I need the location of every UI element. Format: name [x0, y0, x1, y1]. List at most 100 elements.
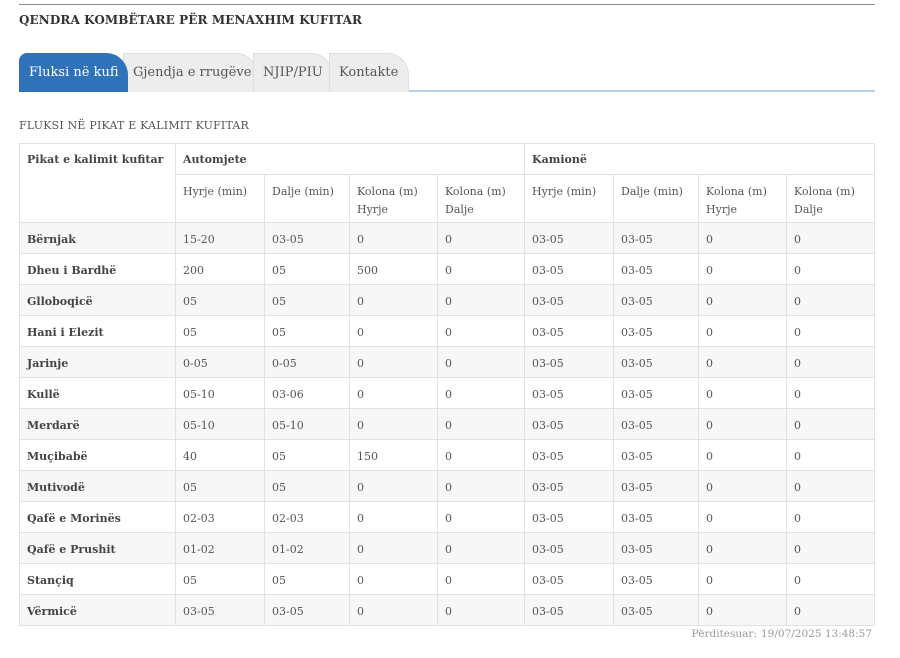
table-cell: 03-05 — [613, 563, 700, 595]
tab-njip-piu[interactable]: NJIP/PIU — [253, 53, 333, 92]
table-cell: 0 — [436, 470, 526, 502]
table-cell: 0 — [349, 594, 438, 626]
table-cell: 0 — [786, 284, 876, 316]
table-cell: 01-02 — [264, 532, 350, 564]
table-cell: 0 — [698, 563, 788, 595]
table-cell: 05 — [175, 563, 265, 595]
table-cell: 0 — [436, 377, 526, 409]
table-cell: 0 — [436, 284, 526, 316]
table-cell: 05 — [264, 253, 350, 285]
table-cell: 0 — [349, 222, 438, 254]
table-cell: 0 — [436, 408, 526, 440]
table-cell: 05-10 — [264, 408, 350, 440]
table-cell: 03-05 — [524, 439, 615, 471]
tab-kontakte[interactable]: Kontakte — [329, 53, 409, 92]
table-cell: 03-05 — [613, 594, 700, 626]
crossing-point-name: Merdarë — [19, 408, 176, 440]
table-cell: 01-02 — [175, 532, 265, 564]
table-cell: 03-05 — [613, 253, 700, 285]
table-cell: 500 — [349, 253, 438, 285]
table-cell: 05 — [264, 439, 350, 471]
table-cell: 05 — [264, 315, 350, 347]
subheader-kamion-dalje: Dalje (min) — [613, 174, 700, 223]
crossing-point-name: Glloboqicë — [19, 284, 176, 316]
subheader-auto-kolona-dalje: Kolona (m) Dalje — [436, 174, 526, 223]
table-row: Muçibabë 40 05 150 0 03-05 03-05 0 0 — [19, 439, 876, 471]
table-cell: 03-05 — [524, 253, 615, 285]
table-body: Bërnjak 15-20 03-05 0 0 03-05 03-05 0 0 Dheu i Ba… — [19, 222, 876, 626]
table-cell: 05 — [264, 563, 350, 595]
table-cell: 03-05 — [524, 284, 615, 316]
table-cell: 0-05 — [264, 346, 350, 378]
table-cell: 0 — [349, 532, 438, 564]
tab-fluksi[interactable]: Fluksi në kufi — [19, 53, 128, 92]
site-title: QENDRA KOMBËTARE PËR MENAXHIM KUFITAR — [19, 13, 363, 27]
table-cell: 0 — [698, 439, 788, 471]
table-cell: 0 — [349, 315, 438, 347]
table-cell: 0 — [786, 594, 876, 626]
last-updated-label: Përditesuar: — [691, 628, 757, 640]
table-cell: 03-05 — [175, 594, 265, 626]
table-cell: 03-05 — [524, 346, 615, 378]
table-cell: 0 — [436, 346, 526, 378]
table-cell: 03-05 — [524, 222, 615, 254]
table-cell: 02-03 — [175, 501, 265, 533]
table-cell: 0 — [786, 501, 876, 533]
table-cell: 03-05 — [613, 408, 700, 440]
table-cell: 03-05 — [613, 470, 700, 502]
table-cell: 200 — [175, 253, 265, 285]
table-cell: 0 — [349, 408, 438, 440]
table-cell: 05 — [175, 284, 265, 316]
border-flux-table: Pikat e kalimit kufitar Automjete Kamion… — [19, 143, 876, 626]
table-cell: 0 — [786, 470, 876, 502]
tab-gjendja[interactable]: Gjendja e rrugëve — [123, 53, 258, 92]
table-cell: 0 — [786, 222, 876, 254]
crossing-point-name: Bërnjak — [19, 222, 176, 254]
table-row: Qafë e Morinës 02-03 02-03 0 0 03-05 03-05 0 0 — [19, 501, 876, 533]
table-row: Jarinje 0-05 0-05 0 0 03-05 03-05 0 0 — [19, 346, 876, 378]
table-cell: 05-10 — [175, 377, 265, 409]
table-cell: 0 — [786, 346, 876, 378]
table-cell: 03-05 — [524, 315, 615, 347]
table-cell: 0 — [349, 377, 438, 409]
crossing-point-name: Hani i Elezit — [19, 315, 176, 347]
table-row: Bërnjak 15-20 03-05 0 0 03-05 03-05 0 0 — [19, 222, 876, 254]
crossing-point-header: Pikat e kalimit kufitar — [19, 143, 176, 223]
table-cell: 0 — [698, 377, 788, 409]
table-cell: 0-05 — [175, 346, 265, 378]
last-updated: Përditesuar: 19/07/2025 13:48:57 — [692, 628, 872, 640]
table-cell: 0 — [436, 501, 526, 533]
table-cell: 03-05 — [613, 501, 700, 533]
crossing-point-name: Dheu i Bardhë — [19, 253, 176, 285]
table-cell: 0 — [349, 501, 438, 533]
table-row: Kullë 05-10 03-06 0 0 03-05 03-05 0 0 — [19, 377, 876, 409]
table-cell: 03-05 — [613, 222, 700, 254]
table-cell: 0 — [436, 532, 526, 564]
table-cell: 0 — [436, 253, 526, 285]
crossing-point-name: Jarinje — [19, 346, 176, 378]
group-header-automjete: Automjete — [174, 143, 526, 175]
table-cell: 0 — [786, 563, 876, 595]
subheader-auto-kolona-hyrje: Kolona (m) Hyrje — [349, 174, 438, 223]
table-cell: 0 — [349, 346, 438, 378]
subheader-kamion-hyrje: Hyrje (min) — [524, 174, 615, 223]
last-updated-value: 19/07/2025 13:48:57 — [760, 628, 872, 640]
table-cell: 0 — [698, 253, 788, 285]
table-cell: 0 — [436, 315, 526, 347]
table-cell: 03-05 — [264, 594, 350, 626]
table-cell: 0 — [786, 253, 876, 285]
table-cell: 05 — [175, 470, 265, 502]
table-row: Vërmicë 03-05 03-05 0 0 03-05 03-05 0 0 — [19, 594, 876, 626]
table-cell: 05 — [264, 284, 350, 316]
table-cell: 0 — [786, 439, 876, 471]
table-cell: 03-05 — [524, 532, 615, 564]
table-row: Qafë e Prushit 01-02 01-02 0 0 03-05 03-05 0 0 — [19, 532, 876, 564]
table-cell: 02-03 — [264, 501, 350, 533]
section-title: FLUKSI NË PIKAT E KALIMIT KUFITAR — [19, 119, 250, 132]
table-cell: 03-05 — [524, 470, 615, 502]
table-cell: 03-05 — [524, 563, 615, 595]
table-row: Glloboqicë 05 05 0 0 03-05 03-05 0 0 — [19, 284, 876, 316]
table-cell: 0 — [436, 439, 526, 471]
table-cell: 0 — [436, 563, 526, 595]
top-divider — [19, 4, 875, 5]
